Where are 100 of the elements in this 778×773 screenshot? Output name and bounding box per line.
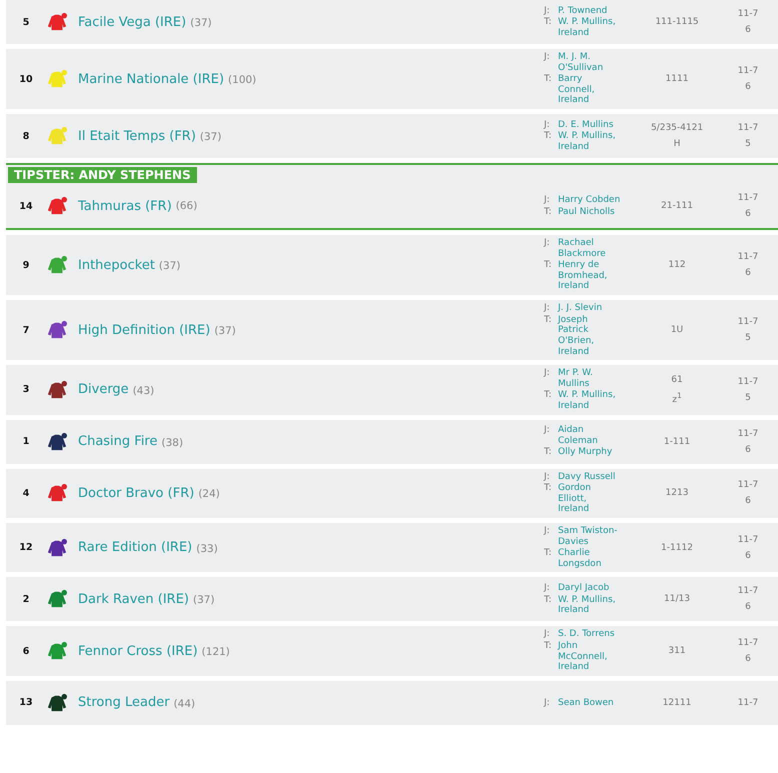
runner-number: 1 [22,436,30,448]
jockey-label: J: [544,238,551,250]
rating: (24) [198,488,220,500]
runner-number: 10 [18,74,34,85]
form-figures: 61 [671,374,683,385]
jockey-link[interactable]: J. J. Slevin [558,303,602,314]
horse-name-link[interactable]: High Definition (IRE) [78,322,210,338]
trainer-link[interactable]: W. P. Mullins, Ireland [558,131,616,152]
age: 5 [745,333,751,344]
jockey-label: J: [544,583,551,594]
runner-number: 13 [18,697,34,708]
jockey-label: J: [544,472,551,482]
jockey-label: J: [544,368,551,380]
horse-name-link[interactable]: Dark Raven (IRE) [78,592,189,607]
form-figures: 12111 [662,698,692,708]
age: 5 [745,139,751,150]
trainer-label: T: [544,17,553,30]
runner-number: 2 [22,594,30,605]
form-figures: 311 [668,646,686,656]
horse-name-link[interactable]: Tahmuras (FR) [78,198,172,214]
horse-name-link[interactable]: Il Etait Temps (FR) [78,128,196,144]
jockey-label: J: [544,629,551,640]
jockey-link[interactable]: M. J. M. O'Sullivan [558,52,604,74]
form-figures: 1U [670,325,684,336]
weight: 11-7 [738,252,758,262]
trainer-link[interactable]: W. P. Mullins, Ireland [558,390,616,412]
trainer-link[interactable]: Barry Connell, Ireland [558,74,595,106]
trainer-link[interactable]: Paul Nicholls [558,206,615,218]
age: 6 [745,654,751,664]
jockey-link[interactable]: Sean Bowen [558,698,614,708]
form-figures: z$^{1}$ [672,390,682,405]
jockey-link[interactable]: D. E. Mullins [558,120,614,130]
rating: (37) [158,260,180,272]
jockey-link[interactable]: Harry Cobden [558,194,620,206]
rating: (100) [228,74,256,86]
jockey-label: J: [544,698,551,708]
trainer-link[interactable]: Charlie Longsdon [558,548,602,570]
form-figures: 1-1112 [661,542,693,553]
jockey-link[interactable]: Rachael Blackmore [558,238,606,260]
tipster-banner: TIPSTER: ANDY STEPHENS [8,167,197,184]
jockey-label: J: [544,303,551,314]
jockey-link[interactable]: Sam Twiston- Davies [558,526,618,548]
trainer-label: T: [544,131,553,144]
rating: (37) [214,325,236,338]
weight: 11-7 [738,638,758,648]
weight: 11-7 [738,586,758,596]
jockey-label: J: [544,194,551,206]
rating: (37) [192,594,215,606]
horse-name-link[interactable]: Diverge [78,382,129,398]
form-figures: H [674,139,680,150]
jockey-label: J: [544,526,551,538]
horse-name-link[interactable]: Chasing Fire [78,434,158,450]
form-figures: 1213 [666,488,688,498]
runner-number: 12 [18,542,34,554]
form-figures: 111-1115 [655,17,699,27]
rating: (44) [174,698,196,710]
runner-number: 5 [22,16,30,28]
runner-number: 14 [18,200,34,212]
runner-number: 6 [22,646,30,657]
form-figures: 1111 [666,74,688,84]
jockey-link[interactable]: Aidan Coleman [558,425,598,446]
form-figures: 11/13 [664,594,690,604]
age: 6 [745,496,751,506]
weight: 11-7 [738,534,758,545]
jockey-link[interactable]: Daryl Jacob [558,583,610,594]
horse-name-link[interactable]: Doctor Bravo (FR) [78,486,194,501]
horse-name-link[interactable]: Facile Vega (IRE) [78,14,186,30]
trainer-link[interactable]: Joseph Patrick O'Brien, Ireland [558,314,594,358]
jockey-link[interactable]: Mr P. W. Mullins [558,368,593,390]
jockey-label: J: [544,425,551,438]
age: 5 [745,392,751,403]
weight: 11-7 [738,66,758,76]
trainer-link[interactable]: W. P. Mullins, Ireland [558,17,616,38]
rating: (43) [132,384,154,397]
rating: (66) [176,200,198,212]
form-figures: 1-111 [664,436,690,447]
horse-name-link[interactable]: Marine Nationale (IRE) [78,72,224,87]
form-figures: 21-111 [661,201,693,212]
jockey-link[interactable]: S. D. Torrens [558,629,615,640]
horse-name-link[interactable]: Fennor Cross (IRE) [78,644,198,659]
horse-name-link[interactable]: Rare Edition (IRE) [78,540,192,556]
trainer-link[interactable]: Olly Murphy [558,447,612,458]
age: 6 [745,602,751,612]
jockey-link[interactable]: P. Townend [558,6,608,16]
rating: (37) [200,131,222,144]
jockey-link[interactable]: Davy Russell [558,472,616,482]
horse-name-link[interactable]: Strong Leader [78,695,170,710]
age: 6 [745,82,751,92]
weight: 11-7 [738,123,758,134]
trainer-link[interactable]: Gordon Elliott, Ireland [558,483,591,516]
trainer-label: T: [544,594,553,607]
runner-number: 9 [22,260,30,271]
trainer-label: T: [544,483,553,496]
trainer-link[interactable]: W. P. Mullins, Ireland [558,594,616,616]
trainer-label: T: [544,260,553,272]
jockey-label: J: [544,120,551,130]
age: 6 [745,550,751,561]
horse-name-link[interactable]: Inthepocket [78,258,155,273]
trainer-link[interactable]: John McConnell, Ireland [558,641,608,673]
trainer-link[interactable]: Henry de Bromhead, Ireland [558,260,608,292]
